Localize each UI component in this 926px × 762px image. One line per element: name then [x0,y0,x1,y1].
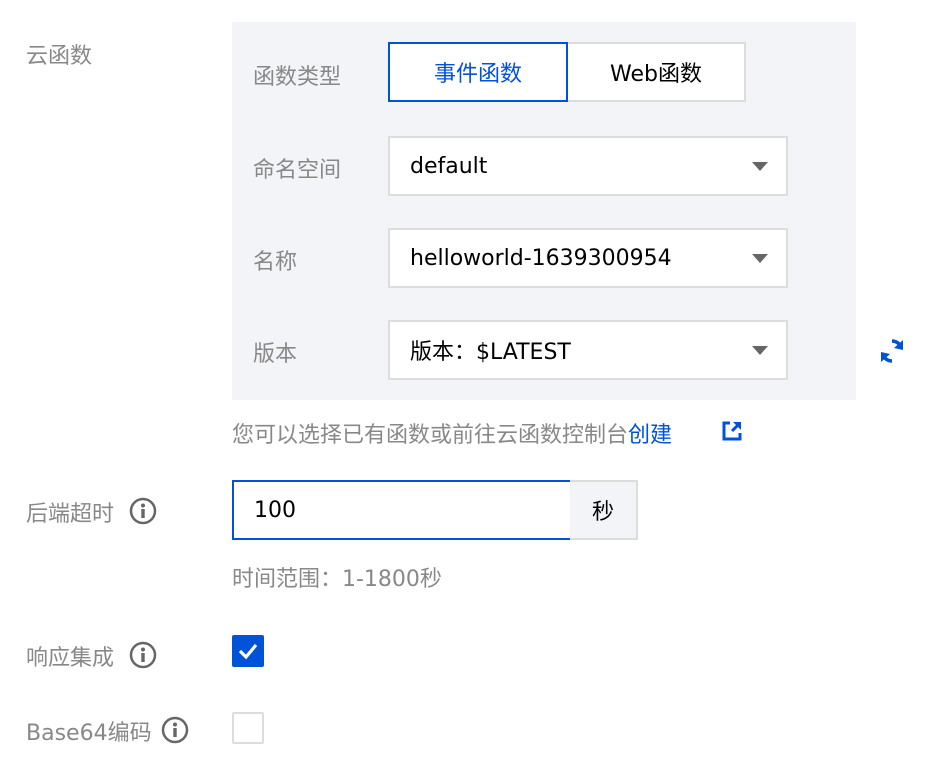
base64-label: Base64编码 [26,721,152,746]
timeout-unit: 秒 [570,480,638,540]
timeout-hint: 时间范围：1-1800秒 [232,567,442,592]
timeout-input[interactable]: 100 [232,480,572,540]
timeout-label: 后端超时 [26,496,114,528]
namespace-value: default [410,153,488,179]
response-integration-label: 响应集成 [26,646,115,671]
refresh-icon[interactable] [877,336,907,366]
info-icon[interactable] [129,497,157,525]
function-type-label: 函数类型 [253,65,342,90]
version-value: 版本：$LATEST [410,340,571,365]
tab-event-function[interactable]: 事件函数 [388,42,568,102]
name-label: 名称 [253,250,298,275]
check-icon [238,643,258,660]
response-integration-checkbox[interactable] [232,635,264,667]
namespace-label: 命名空间 [253,158,342,183]
base64-checkbox[interactable] [232,712,264,744]
info-icon[interactable] [161,716,189,744]
caret-down-icon [752,346,768,355]
caret-down-icon [752,254,768,263]
info-icon[interactable] [129,641,157,669]
cloud-function-label: 云函数 [26,44,93,69]
hint-text: 您可以选择已有函数或前往云函数控制台 [232,423,629,448]
version-label: 版本 [253,342,298,367]
create-link[interactable]: 创建 [628,423,672,448]
timeout-label-text: 后端超时 [26,502,115,527]
tab-web-function[interactable]: Web函数 [566,42,746,102]
name-value: helloworld-1639300954 [410,245,672,271]
caret-down-icon [752,162,768,171]
cloud-function-hint: 您可以选择已有函数或前往云函数控制台创建 [232,417,672,449]
namespace-select[interactable]: default [388,136,788,196]
version-select[interactable]: 版本：$LATEST [388,320,788,380]
timeout-value: 100 [254,497,296,523]
name-select[interactable]: helloworld-1639300954 [388,228,788,288]
external-link-icon[interactable] [721,420,743,442]
